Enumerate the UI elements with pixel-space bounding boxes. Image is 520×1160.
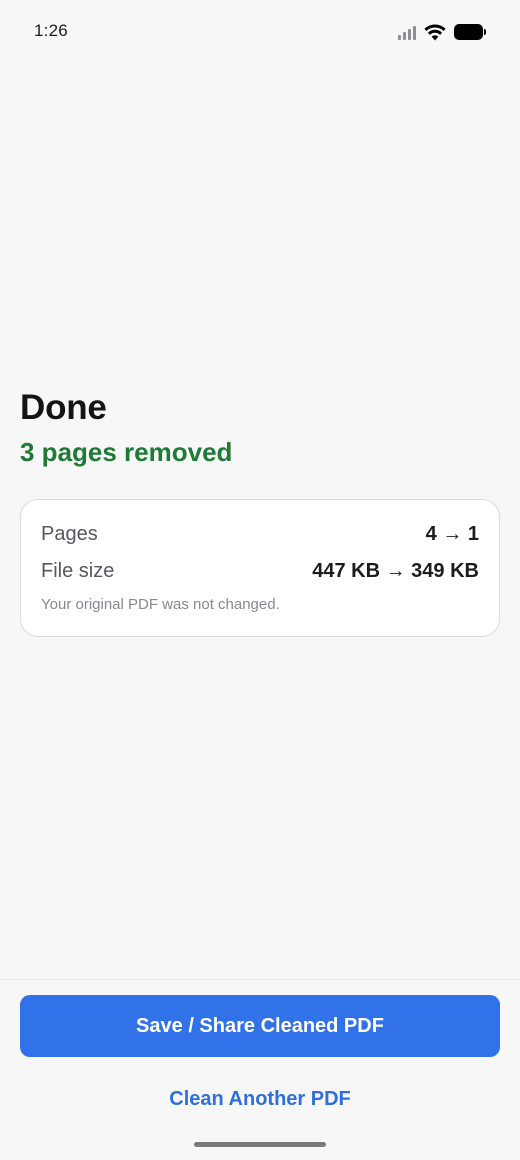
page-title: Done <box>20 388 107 427</box>
status-icons <box>398 22 486 42</box>
pages-row: Pages 4 → 1 <box>41 520 479 548</box>
home-indicator[interactable] <box>194 1142 326 1147</box>
pages-removed-text: 3 pages removed <box>20 437 233 467</box>
file-size-row: File size 447 KB → 349 KB <box>41 557 479 585</box>
wifi-icon <box>424 23 446 40</box>
clean-another-button[interactable]: Clean Another PDF <box>20 1078 500 1120</box>
pages-value: 4 → 1 <box>425 522 479 545</box>
save-share-button[interactable]: Save / Share Cleaned PDF <box>20 995 500 1057</box>
original-unchanged-note: Your original PDF was not changed. <box>41 596 280 613</box>
battery-icon <box>454 24 486 40</box>
status-bar: 1:26 <box>0 0 520 62</box>
pages-label: Pages <box>41 522 98 545</box>
status-time: 1:26 <box>34 21 68 40</box>
signal-icon <box>398 24 416 40</box>
file-size-value: 447 KB → 349 KB <box>312 559 479 582</box>
result-screen: 1:26 Done 3 pages removed Pages 4 → 1 Fi… <box>0 0 520 1160</box>
bottom-divider <box>0 979 520 980</box>
file-size-label: File size <box>41 559 115 582</box>
summary-card: Pages 4 → 1 File size 447 KB → 349 KB Yo… <box>20 499 500 637</box>
